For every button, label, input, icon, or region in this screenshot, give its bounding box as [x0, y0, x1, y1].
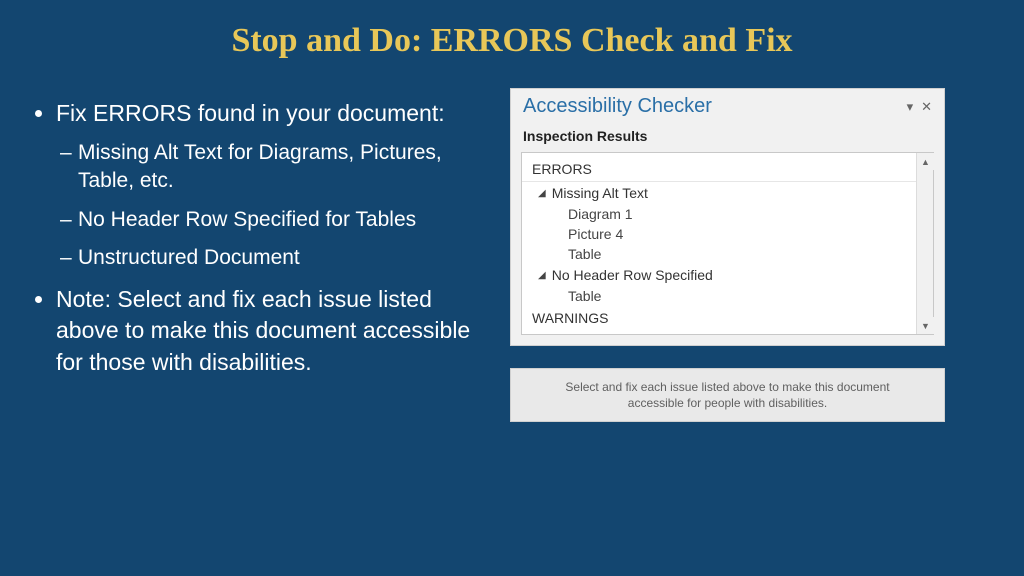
collapse-icon: ◢ [538, 270, 546, 281]
collapse-icon: ◢ [538, 188, 546, 199]
error-group[interactable]: ◢ Missing Alt Text [522, 182, 933, 204]
bullet-list: Fix ERRORS found in your document: Missi… [30, 98, 480, 378]
list-item: Note: Select and fix each issue listed a… [56, 284, 480, 377]
error-item[interactable]: Table [522, 244, 933, 264]
hint-box: Select and fix each issue listed above t… [510, 368, 945, 422]
content-row: Fix ERRORS found in your document: Missi… [0, 78, 1024, 422]
sub-list: Missing Alt Text for Diagrams, Pictures,… [56, 139, 480, 272]
panel-dropdown-icon[interactable]: ▾ [903, 99, 918, 115]
scroll-down-icon[interactable]: ▼ [917, 317, 934, 334]
list-item: No Header Row Specified for Tables [78, 206, 480, 234]
slide: Stop and Do: ERRORS Check and Fix Fix ER… [0, 0, 1024, 576]
error-item[interactable]: Picture 4 [522, 224, 933, 244]
section-header-warnings: WARNINGS [522, 306, 933, 330]
scroll-up-icon[interactable]: ▲ [917, 153, 934, 170]
accessibility-checker-panel: Accessibility Checker ▾ ✕ Inspection Res… [510, 88, 945, 346]
error-item[interactable]: Table [522, 286, 933, 306]
list-item: Fix ERRORS found in your document: Missi… [56, 98, 480, 272]
panel-subheading: Inspection Results [511, 124, 944, 152]
error-group[interactable]: ◢ No Header Row Specified [522, 264, 933, 286]
list-item: Unstructured Document [78, 244, 480, 272]
group-label: Missing Alt Text [552, 185, 648, 201]
bullet-text: Fix ERRORS found in your document: [56, 100, 445, 126]
panel-header: Accessibility Checker ▾ ✕ [511, 89, 944, 124]
section-header-errors: ERRORS [522, 157, 933, 182]
group-label: No Header Row Specified [552, 267, 713, 283]
panel-title: Accessibility Checker [523, 95, 903, 118]
screenshot-column: Accessibility Checker ▾ ✕ Inspection Res… [500, 88, 970, 422]
error-item[interactable]: Diagram 1 [522, 204, 933, 224]
scrollbar[interactable]: ▲ ▼ [916, 153, 933, 334]
results-inner: ERRORS ◢ Missing Alt Text Diagram 1 Pict… [522, 153, 933, 334]
bullet-column: Fix ERRORS found in your document: Missi… [30, 88, 500, 422]
close-icon[interactable]: ✕ [917, 99, 936, 115]
list-item: Missing Alt Text for Diagrams, Pictures,… [78, 139, 480, 196]
slide-title: Stop and Do: ERRORS Check and Fix [0, 0, 1024, 78]
results-listbox: ERRORS ◢ Missing Alt Text Diagram 1 Pict… [521, 152, 934, 335]
